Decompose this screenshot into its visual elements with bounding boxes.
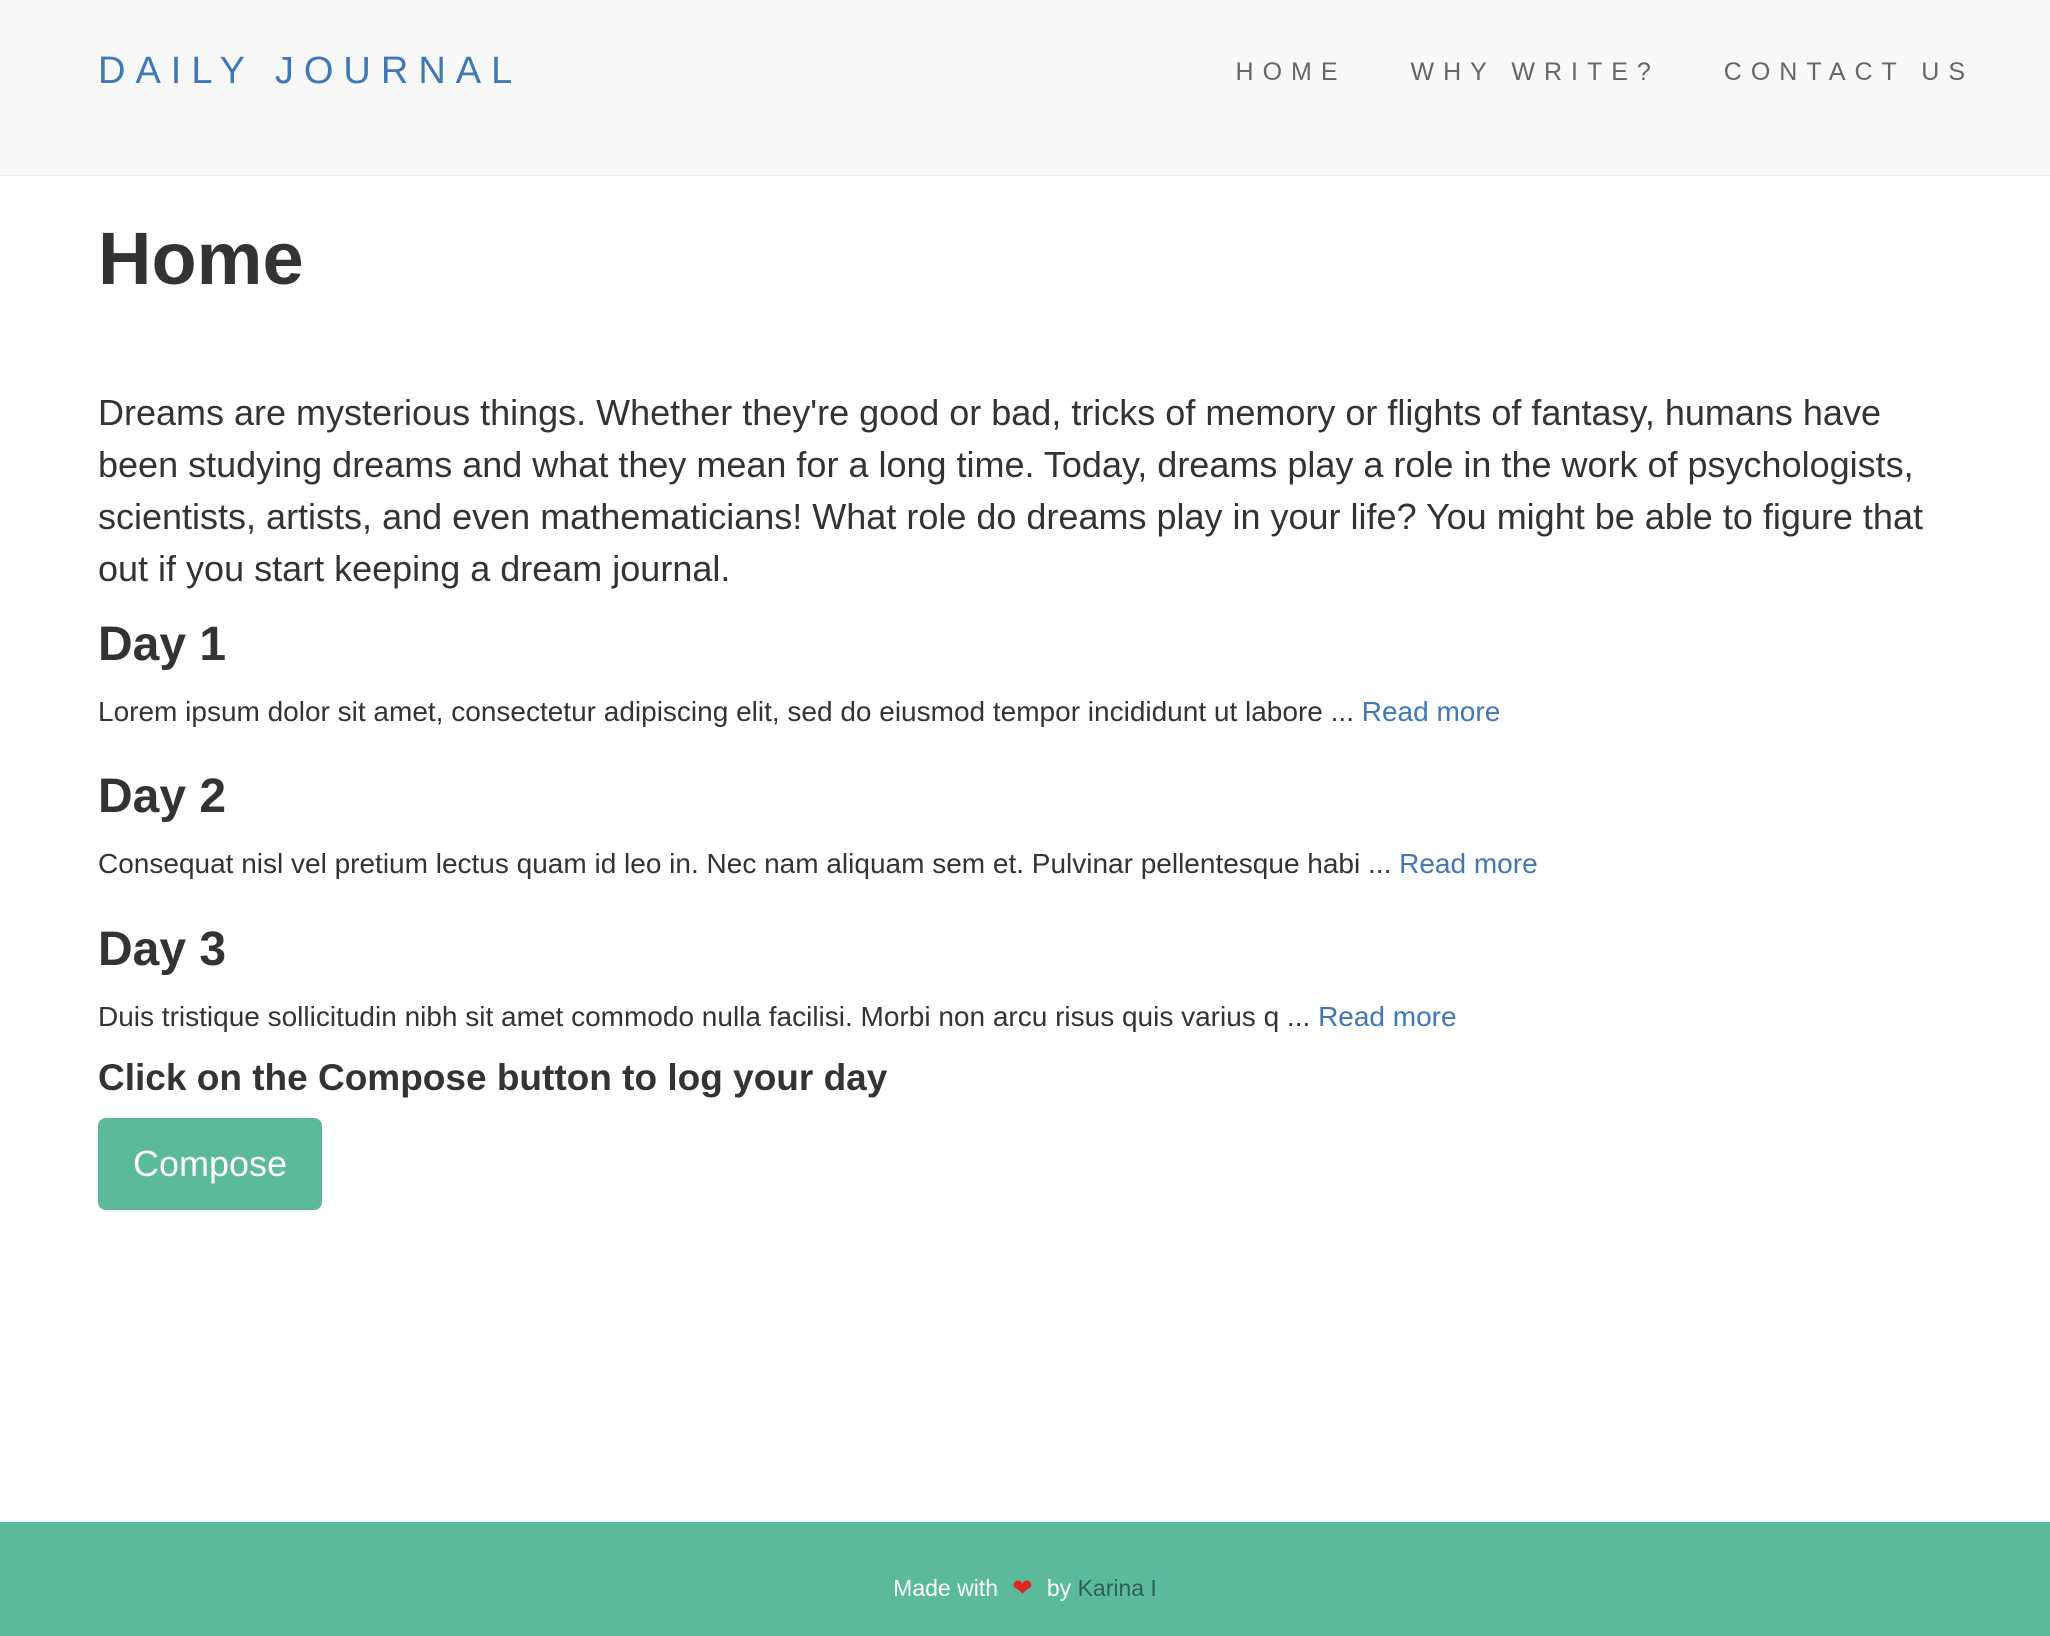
nav-link-home[interactable]: HOME bbox=[1236, 58, 1347, 86]
compose-prompt: Click on the Compose button to log your … bbox=[98, 1057, 888, 1098]
compose-button[interactable]: Compose bbox=[98, 1118, 322, 1210]
nav-link-contact-us[interactable]: CONTACT US bbox=[1724, 58, 1974, 86]
post-day-2: Day 2 Consequat nisl vel pretium lectus … bbox=[98, 770, 1538, 882]
post-title: Day 2 bbox=[98, 770, 227, 823]
read-more-link[interactable]: Read more bbox=[1399, 848, 1538, 879]
post-excerpt: Lorem ipsum dolor sit amet, consectetur … bbox=[98, 694, 1500, 730]
post-excerpt-text: Duis tristique sollicitudin nibh sit ame… bbox=[98, 1000, 1311, 1032]
post-day-1: Day 1 Lorem ipsum dolor sit amet, consec… bbox=[98, 618, 1500, 730]
footer-by: by bbox=[1046, 1575, 1072, 1601]
read-more-link[interactable]: Read more bbox=[1362, 696, 1501, 727]
main-content: Home Dreams are mysterious things. Wheth… bbox=[98, 176, 1978, 1210]
nav-link-why-write[interactable]: WHY WRITE? bbox=[1411, 58, 1660, 86]
page-title: Home bbox=[98, 217, 304, 300]
intro-paragraph: Dreams are mysterious things. Whether th… bbox=[98, 392, 1923, 590]
nav-item-why-write: WHY WRITE? bbox=[1411, 58, 1660, 87]
author-link[interactable]: Karina I bbox=[1078, 1575, 1157, 1601]
nav-item-home: HOME bbox=[1236, 58, 1347, 87]
post-excerpt-text: Lorem ipsum dolor sit amet, consectetur … bbox=[98, 695, 1354, 727]
footer-made-with: Made with bbox=[893, 1575, 998, 1601]
nav-links: HOME WHY WRITE? CONTACT US bbox=[1236, 58, 1974, 87]
nav-item-contact: CONTACT US bbox=[1724, 58, 1974, 87]
heart-icon: ❤ bbox=[1012, 1575, 1033, 1602]
post-day-3: Day 3 Duis tristique sollicitudin nibh s… bbox=[98, 923, 1457, 1035]
post-excerpt: Duis tristique sollicitudin nibh sit ame… bbox=[98, 999, 1457, 1035]
read-more-link[interactable]: Read more bbox=[1318, 1001, 1457, 1032]
footer: Made with ❤ by Karina I bbox=[0, 1522, 2050, 1636]
brand-logo-link[interactable]: DAILY JOURNAL bbox=[98, 50, 522, 93]
post-title: Day 3 bbox=[98, 923, 227, 976]
post-excerpt-text: Consequat nisl vel pretium lectus quam i… bbox=[98, 847, 1392, 879]
navbar: DAILY JOURNAL HOME WHY WRITE? CONTACT US bbox=[0, 0, 2050, 176]
post-excerpt: Consequat nisl vel pretium lectus quam i… bbox=[98, 846, 1538, 882]
post-title: Day 1 bbox=[98, 618, 227, 671]
